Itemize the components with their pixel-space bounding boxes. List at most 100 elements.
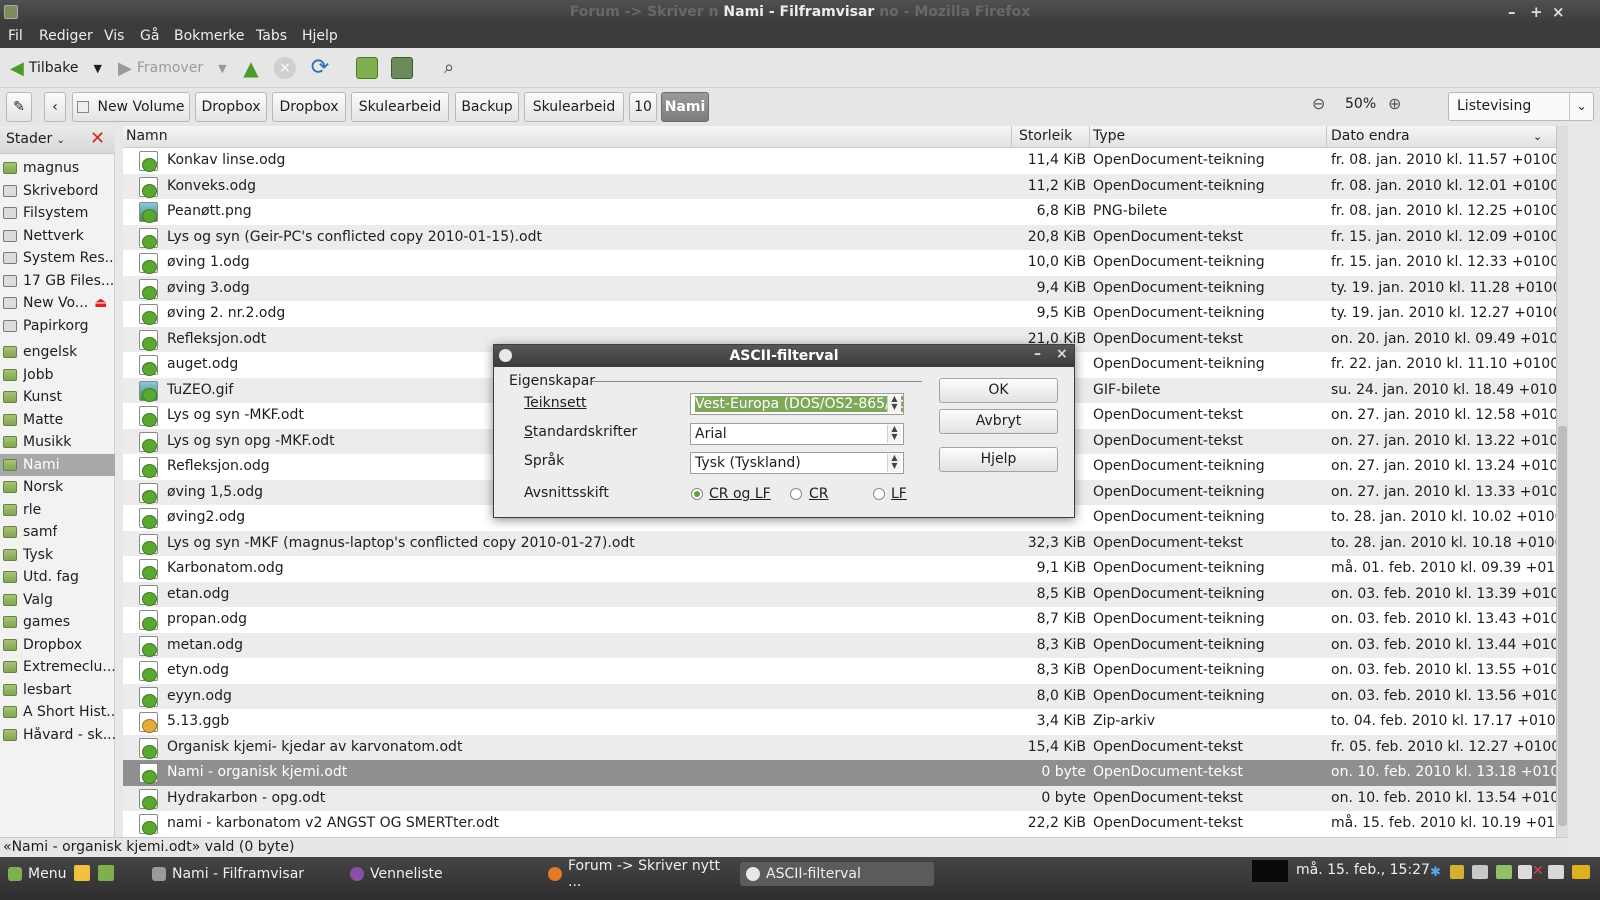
sidebar-item[interactable]: System Res... xyxy=(0,247,115,269)
view-select[interactable]: Listevising ⌄ xyxy=(1448,92,1594,121)
column-date[interactable]: Dato endra xyxy=(1331,128,1410,144)
radio-cr[interactable] xyxy=(790,488,802,500)
chevron-down-icon[interactable]: ▼ xyxy=(93,62,101,75)
file-row[interactable]: Nami - organisk kjemi.odt 0 byte OpenDocum… xyxy=(123,760,1556,786)
menu-rediger[interactable]: Rediger xyxy=(39,28,93,44)
crumb-skulearbeid-1[interactable]: Skulearbeid xyxy=(351,92,449,122)
menu-fil[interactable]: Fil xyxy=(8,28,23,44)
sidebar-item[interactable]: Nami xyxy=(0,453,115,476)
crumb-nami[interactable]: Nami xyxy=(661,92,709,122)
close-icon[interactable]: × xyxy=(1552,3,1565,21)
column-type[interactable]: Type xyxy=(1093,128,1125,144)
file-row[interactable]: Peanøtt.png 6,8 KiB PNG-bilete fr. 08. jan.… xyxy=(123,199,1556,225)
file-row[interactable]: nami - karbonatom v2 ANGST OG SMERTter.o… xyxy=(123,811,1556,837)
sidebar-item[interactable]: Kunst xyxy=(0,386,115,408)
task-ascii-dialog[interactable]: ASCII-filterval xyxy=(740,862,934,886)
font-select[interactable]: Arial ▲ ▼ xyxy=(690,423,904,445)
charset-select[interactable]: Vest-Europa (DOS/OS2-865/no ▲ ▼ xyxy=(690,393,904,415)
sidebar-item[interactable]: 17 GB Files... xyxy=(0,270,115,292)
task-contacts[interactable]: Venneliste xyxy=(344,862,536,886)
list-scrollbar[interactable] xyxy=(1556,126,1568,837)
reload-icon[interactable]: ⟳ xyxy=(309,57,331,79)
crumb-skulearbeid-2[interactable]: Skulearbeid xyxy=(524,92,624,122)
crumb-prev-arrow-icon[interactable]: ‹ xyxy=(44,92,66,122)
crumb-new-volume[interactable]: New Volume xyxy=(72,92,190,122)
file-row[interactable]: øving 2. nr.2.odg 9,5 KiB OpenDocument-tei… xyxy=(123,301,1556,327)
file-row[interactable]: Konkav linse.odg 11,4 KiB OpenDocument-tei… xyxy=(123,148,1556,174)
minimize-icon[interactable]: – xyxy=(1508,3,1516,21)
sidebar-item[interactable]: Skrivebord xyxy=(0,180,115,202)
volume-icon[interactable] xyxy=(1518,865,1532,879)
file-row[interactable]: eyyn.odg 8,0 KiB OpenDocument-teikning on. … xyxy=(123,683,1556,709)
search-icon[interactable]: ⌕ xyxy=(438,57,460,79)
sidebar-item[interactable]: games xyxy=(0,611,115,633)
sidebar-item[interactable]: New Vo... ⏏ xyxy=(0,292,115,314)
crumb-dropbox-1[interactable]: Dropbox xyxy=(195,92,267,122)
file-row[interactable]: Konveks.odg 11,2 KiB OpenDocument-teikning… xyxy=(123,173,1556,199)
sidebar-item[interactable]: Papirkorg xyxy=(0,315,115,337)
sidebar-item[interactable]: samf xyxy=(0,521,115,543)
sidebar-item[interactable]: lesbart xyxy=(0,679,115,701)
sidebar-item[interactable]: Utd. fag xyxy=(0,566,115,588)
radio-cr-lf[interactable] xyxy=(691,488,703,500)
computer-icon[interactable] xyxy=(391,57,413,79)
menu-ga[interactable]: Gå xyxy=(140,28,159,44)
sidebar-item[interactable]: Filsystem xyxy=(0,202,115,224)
menu-vis[interactable]: Vis xyxy=(104,28,124,44)
sidebar-item[interactable]: Valg xyxy=(0,589,115,611)
menu-bokmerke[interactable]: Bokmerke xyxy=(174,28,245,44)
sidebar-item[interactable]: engelsk xyxy=(0,341,115,363)
crumb-backup[interactable]: Backup xyxy=(455,92,519,122)
battery-icon[interactable] xyxy=(1572,865,1590,879)
file-row[interactable]: øving 3.odg 9,4 KiB OpenDocument-teikning t… xyxy=(123,275,1556,301)
sidebar-item[interactable]: Tysk xyxy=(0,544,115,566)
sidebar-item[interactable]: Nettverk xyxy=(0,225,115,247)
crumb-dropbox-2[interactable]: Dropbox xyxy=(272,92,346,122)
sidebar-item[interactable]: Extremeclu... xyxy=(0,656,115,678)
file-row[interactable]: metan.odg 8,3 KiB OpenDocument-teikning on.… xyxy=(123,632,1556,658)
menu-tabs[interactable]: Tabs xyxy=(256,28,287,44)
start-menu-button[interactable]: Menu xyxy=(2,862,70,886)
stop-icon[interactable]: × xyxy=(274,57,296,79)
display-icon[interactable] xyxy=(1548,865,1564,879)
sidebar-item[interactable]: Musikk xyxy=(0,431,115,453)
file-row[interactable]: Lys og syn (Geir-PC's conflicted copy 20… xyxy=(123,224,1556,250)
chevron-down-icon[interactable]: ▼ xyxy=(218,62,226,75)
close-icon[interactable]: × xyxy=(1056,346,1068,362)
zoom-in-icon[interactable]: ⊕ xyxy=(1388,94,1401,113)
column-size[interactable]: Storleik xyxy=(1019,128,1072,144)
radio-lf[interactable] xyxy=(873,488,885,500)
sort-chevron-icon[interactable]: ⌄ xyxy=(1533,130,1542,143)
sidebar-item[interactable]: Jobb xyxy=(0,364,115,386)
terminal-launcher-icon[interactable] xyxy=(98,865,114,881)
close-sidebar-icon[interactable]: ✕ xyxy=(90,128,105,149)
clock[interactable]: må. 15. feb., 15:27 xyxy=(1296,862,1430,878)
file-row[interactable]: Organisk kjemi- kjedar av karvonatom.odt… xyxy=(123,734,1556,760)
network-icon[interactable] xyxy=(1472,865,1488,879)
sidebar-item[interactable]: rle xyxy=(0,499,115,521)
sidebar-item[interactable]: Håvard - sk... xyxy=(0,724,115,746)
column-name[interactable]: Namn xyxy=(126,128,168,144)
radio-cr-label[interactable]: CR xyxy=(809,486,829,502)
sidebar-item[interactable]: Dropbox xyxy=(0,634,115,656)
maximize-icon[interactable]: + xyxy=(1530,3,1543,21)
file-row[interactable]: Hydrakarbon - opg.odt 0 byte OpenDocument-… xyxy=(123,785,1556,811)
file-row[interactable]: propan.odg 8,7 KiB OpenDocument-teikning on… xyxy=(123,607,1556,633)
lock-icon[interactable] xyxy=(1450,865,1464,879)
edit-location-icon[interactable]: ✎ xyxy=(6,92,32,122)
sidebar-item[interactable]: Matte xyxy=(0,409,115,431)
update-icon[interactable] xyxy=(1496,865,1512,879)
task-firefox[interactable]: Forum -> Skriver nytt ... xyxy=(542,858,736,890)
sidebar-item[interactable]: Norsk xyxy=(0,476,115,498)
scrollbar-thumb[interactable] xyxy=(1558,426,1567,826)
language-select[interactable]: Tysk (Tyskland) ▲ ▼ xyxy=(690,452,904,474)
sidebar-item[interactable]: A Short Hist... xyxy=(0,701,115,723)
crumb-10[interactable]: 10 xyxy=(629,92,657,122)
up-arrow-icon[interactable]: ▲ xyxy=(240,57,262,79)
task-file-manager[interactable]: Nami - Filframvisar xyxy=(146,862,338,886)
text-editor-launcher-icon[interactable] xyxy=(74,865,90,881)
file-row[interactable]: etan.odg 8,5 KiB OpenDocument-teikning on. … xyxy=(123,581,1556,607)
radio-lf-label[interactable]: LF xyxy=(891,486,907,502)
radio-cr-lf-label[interactable]: CR og LF xyxy=(709,486,771,502)
sidebar-mode-select[interactable]: Stader ⌄ xyxy=(6,131,65,147)
